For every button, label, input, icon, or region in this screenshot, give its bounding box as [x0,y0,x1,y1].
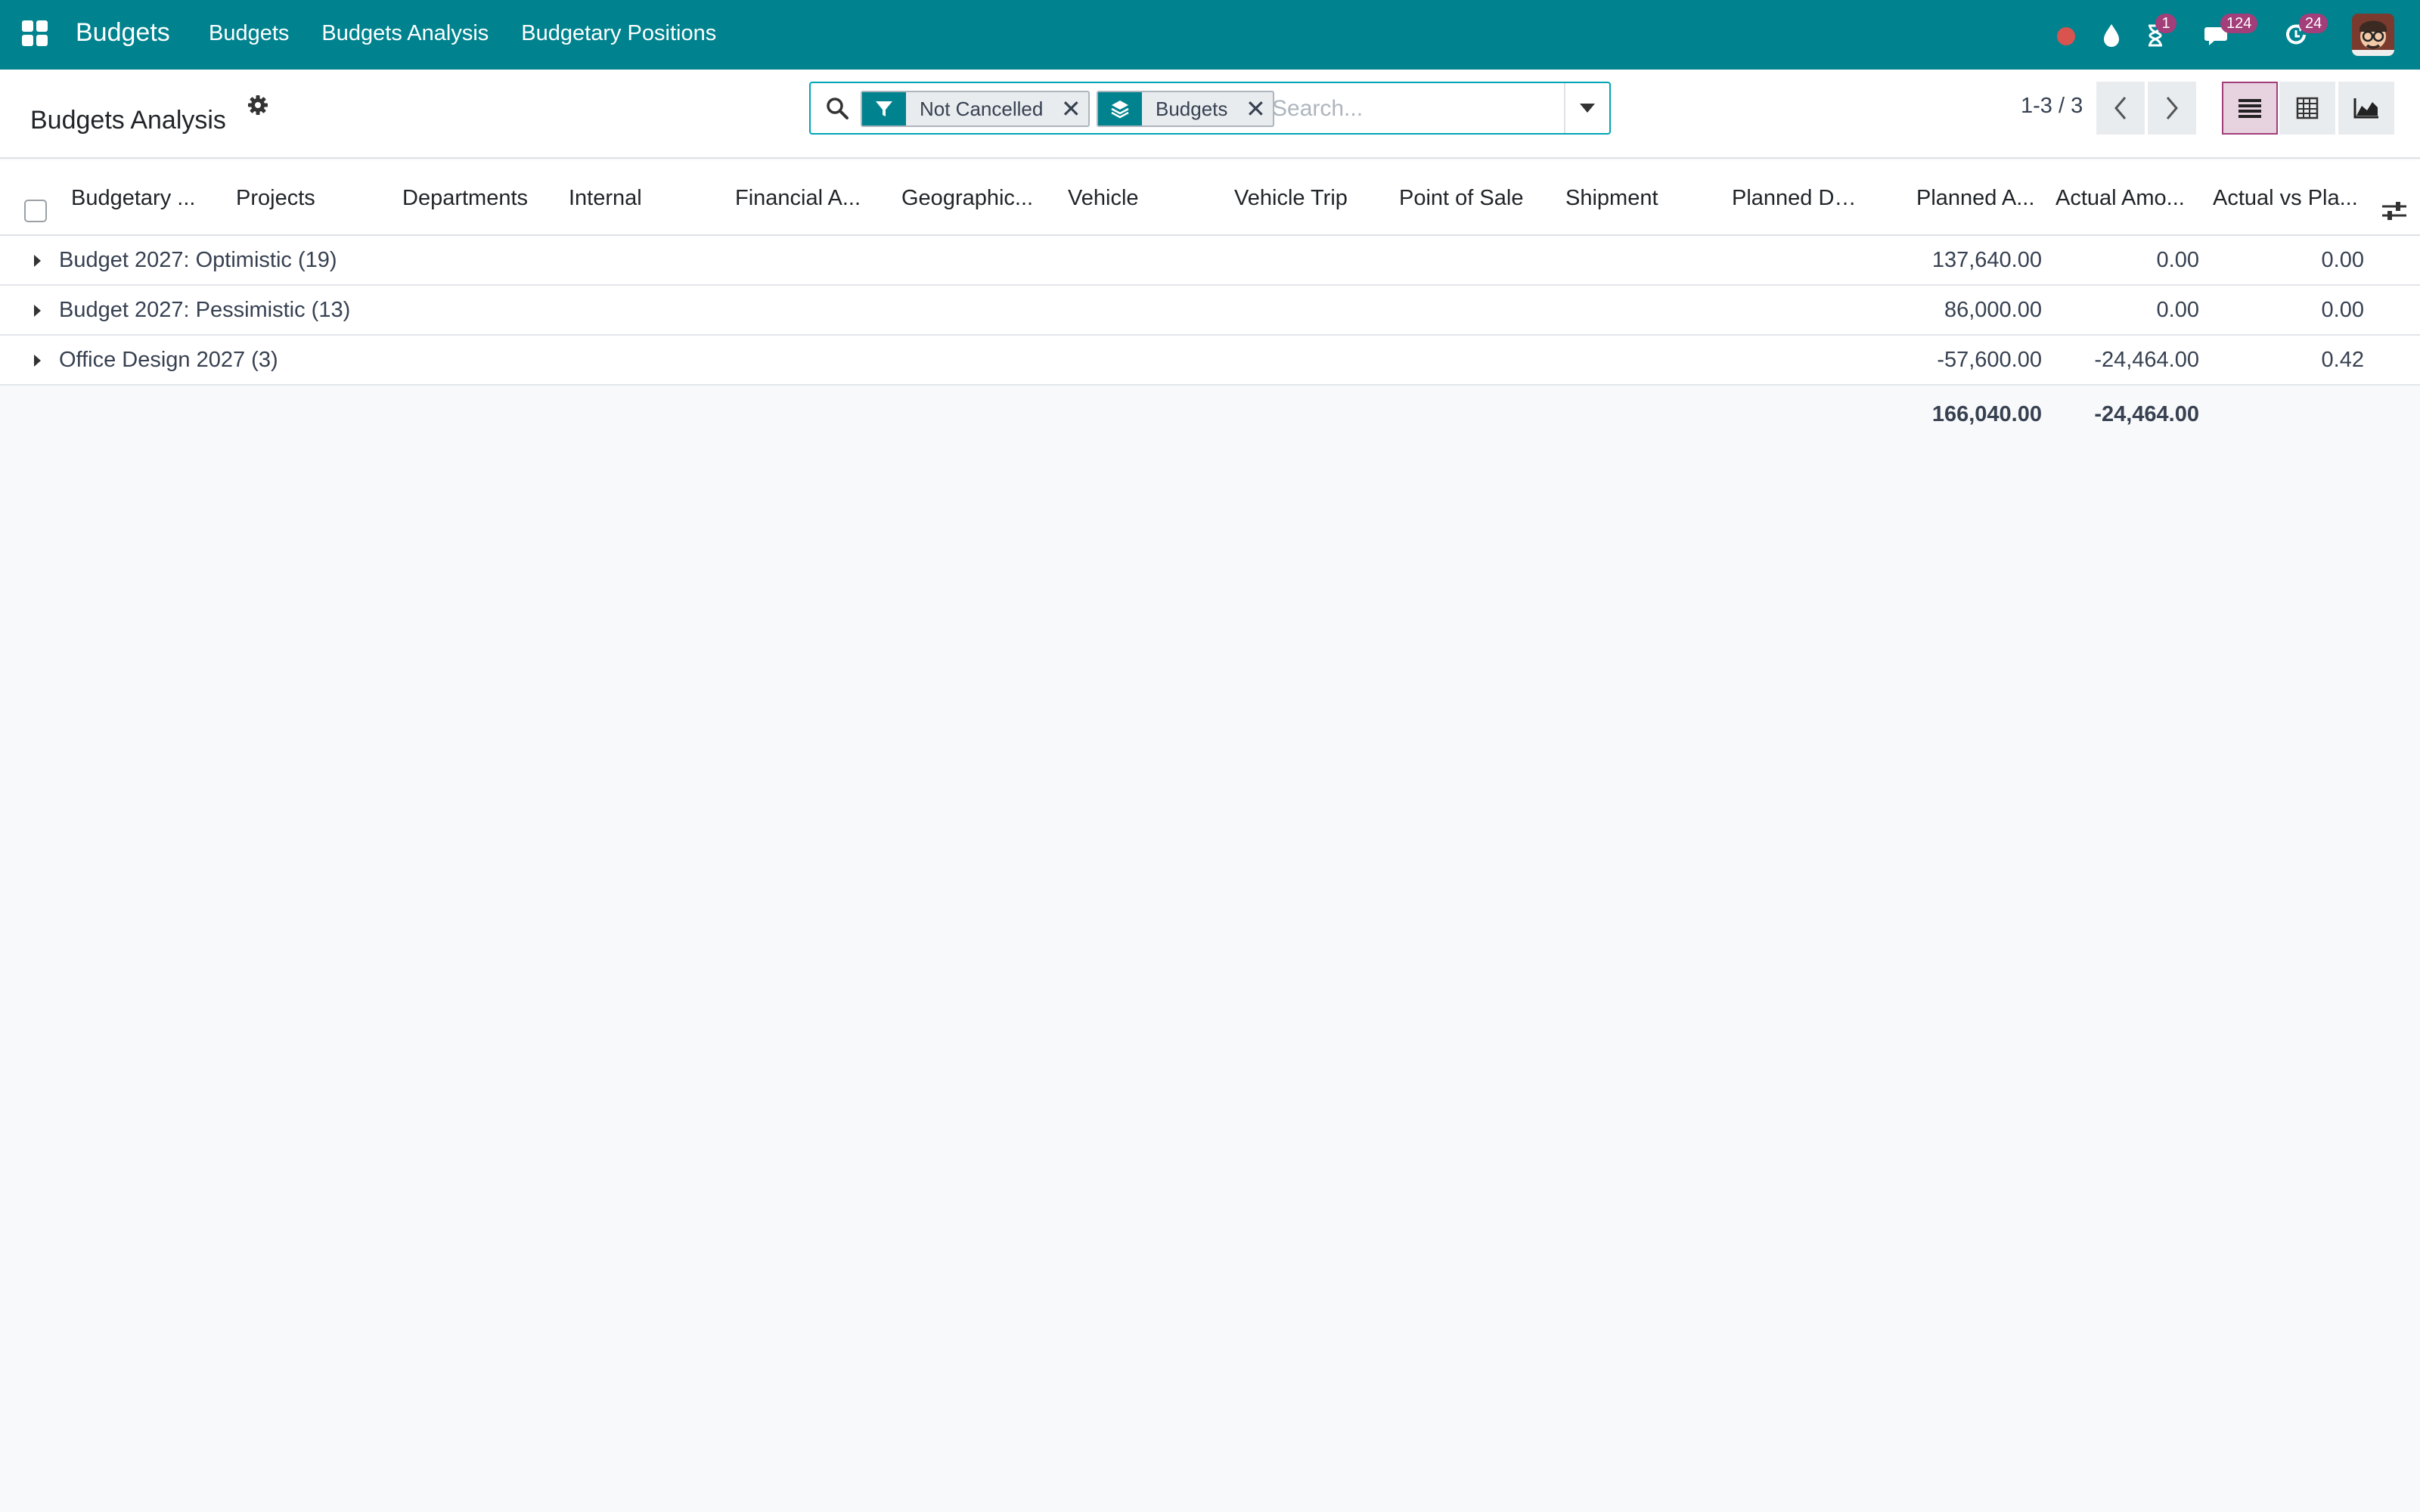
facet-budgets-groupby: Budgets ✕ [1097,91,1275,127]
planned-amount-cell: 137,640.00 [1931,248,2042,272]
search-bar: Not Cancelled ✕ Budgets ✕ [809,82,1611,135]
totals-row: 166,040.00 -24,464.00 [0,392,2420,442]
list-view-button[interactable] [2222,82,2278,135]
apps-grid-icon[interactable] [21,20,48,47]
menu-item-budgets-analysis[interactable]: Budgets Analysis [321,21,489,46]
list-header: Budgetary ... Projects Departments Inter… [0,160,2420,236]
chevron-left-icon [2114,97,2127,119]
group-row[interactable]: Budget 2027: Pessimistic (13) 86,000.00 … [0,286,2420,336]
group-row[interactable]: Budget 2027: Optimistic (19) 137,640.00 … [0,236,2420,286]
column-header-vehicle[interactable]: Vehicle [1068,186,1212,211]
user-avatar-image [2352,14,2394,56]
facet-label: Budgets [1156,97,1228,120]
updates-count-badge: 24 [2299,14,2328,33]
list-view-icon [2238,99,2261,118]
caret-right-icon [34,255,41,267]
column-header-point-of-sale[interactable]: Point of Sale [1399,186,1550,211]
messages-count-badge: 124 [2220,14,2258,33]
menu-item-budgetary-positions[interactable]: Budgetary Positions [521,21,716,46]
column-header-planned-date[interactable]: Planned Da... [1732,186,1860,211]
search-input[interactable] [1272,91,1559,127]
menu-item-budgets[interactable]: Budgets [209,21,289,46]
actual-amount-cell: 0.00 [2156,298,2199,322]
search-icon[interactable] [824,95,850,121]
actual-vs-planned-cell: 0.00 [2321,248,2364,272]
actual-amount-cell: 0.00 [2156,248,2199,272]
remove-facet-button[interactable]: ✕ [1238,92,1273,125]
facet-label: Not Cancelled [920,97,1044,120]
column-header-vehicle-trip[interactable]: Vehicle Trip [1234,186,1378,211]
planned-amount-cell: 86,000.00 [1944,298,2042,322]
planned-amount-cell: -57,600.00 [1937,348,2042,372]
column-header-actual-vs-planned[interactable]: Actual vs Pla... [2213,186,2364,211]
optional-columns-icon[interactable] [2381,200,2408,222]
actual-vs-planned-cell: 0.00 [2321,298,2364,322]
layers-icon [1098,92,1142,125]
select-all-checkbox[interactable] [24,200,47,222]
pivot-view-button[interactable] [2279,82,2335,135]
page-title: Budgets Analysis [30,106,226,135]
gear-icon[interactable] [247,94,269,116]
actual-amount-total: -24,464.00 [2094,402,2199,426]
caret-right-icon [34,355,41,367]
main-menu: Budgets Budgets Analysis Budgetary Posit… [209,21,716,46]
column-header-actual-amount[interactable]: Actual Amo... [2055,186,2192,211]
caret-down-icon [1580,104,1595,113]
planned-amount-total: 166,040.00 [1931,402,2042,426]
group-name: Budget 2027: Pessimistic (13) [59,298,351,322]
group-name: Office Design 2027 (3) [59,348,278,372]
pager-value[interactable]: 1-3 / 3 [2021,94,2083,119]
column-header-projects[interactable]: Projects [236,186,380,211]
column-header-shipment[interactable]: Shipment [1565,186,1709,211]
column-header-departments[interactable]: Departments [402,186,546,211]
pager-previous-button[interactable] [2096,82,2145,135]
column-header-geographic[interactable]: Geographic... [901,186,1038,211]
caret-right-icon [34,305,41,317]
activity-count-badge: 1 [2155,14,2176,33]
actual-vs-planned-cell: 0.42 [2321,348,2364,372]
top-navbar: Budgets Budgets Budgets Analysis Budgeta… [0,0,2420,70]
recording-dot-icon[interactable] [2051,20,2081,50]
water-drop-icon[interactable] [2096,20,2127,50]
column-header-planned-amount[interactable]: Planned A... [1916,186,2036,211]
column-header-budgetary-position[interactable]: Budgetary ... [71,186,200,211]
graph-view-button[interactable] [2338,82,2394,135]
user-avatar[interactable] [2352,14,2394,56]
pager-next-button[interactable] [2148,82,2196,135]
search-options-toggle[interactable] [1564,83,1609,133]
facet-not-cancelled: Not Cancelled ✕ [861,91,1091,127]
column-header-internal[interactable]: Internal [569,186,712,211]
chevron-right-icon [2166,97,2178,119]
group-name: Budget 2027: Optimistic (19) [59,248,337,272]
app-name[interactable]: Budgets [76,18,170,48]
actual-amount-cell: -24,464.00 [2094,348,2199,372]
filter-icon [862,92,906,125]
pivot-view-icon [2296,97,2319,119]
remove-facet-button[interactable]: ✕ [1053,92,1088,125]
group-row[interactable]: Office Design 2027 (3) -57,600.00 -24,46… [0,336,2420,386]
column-header-financial-accounts[interactable]: Financial A... [735,186,864,211]
graph-view-icon [2353,98,2378,119]
